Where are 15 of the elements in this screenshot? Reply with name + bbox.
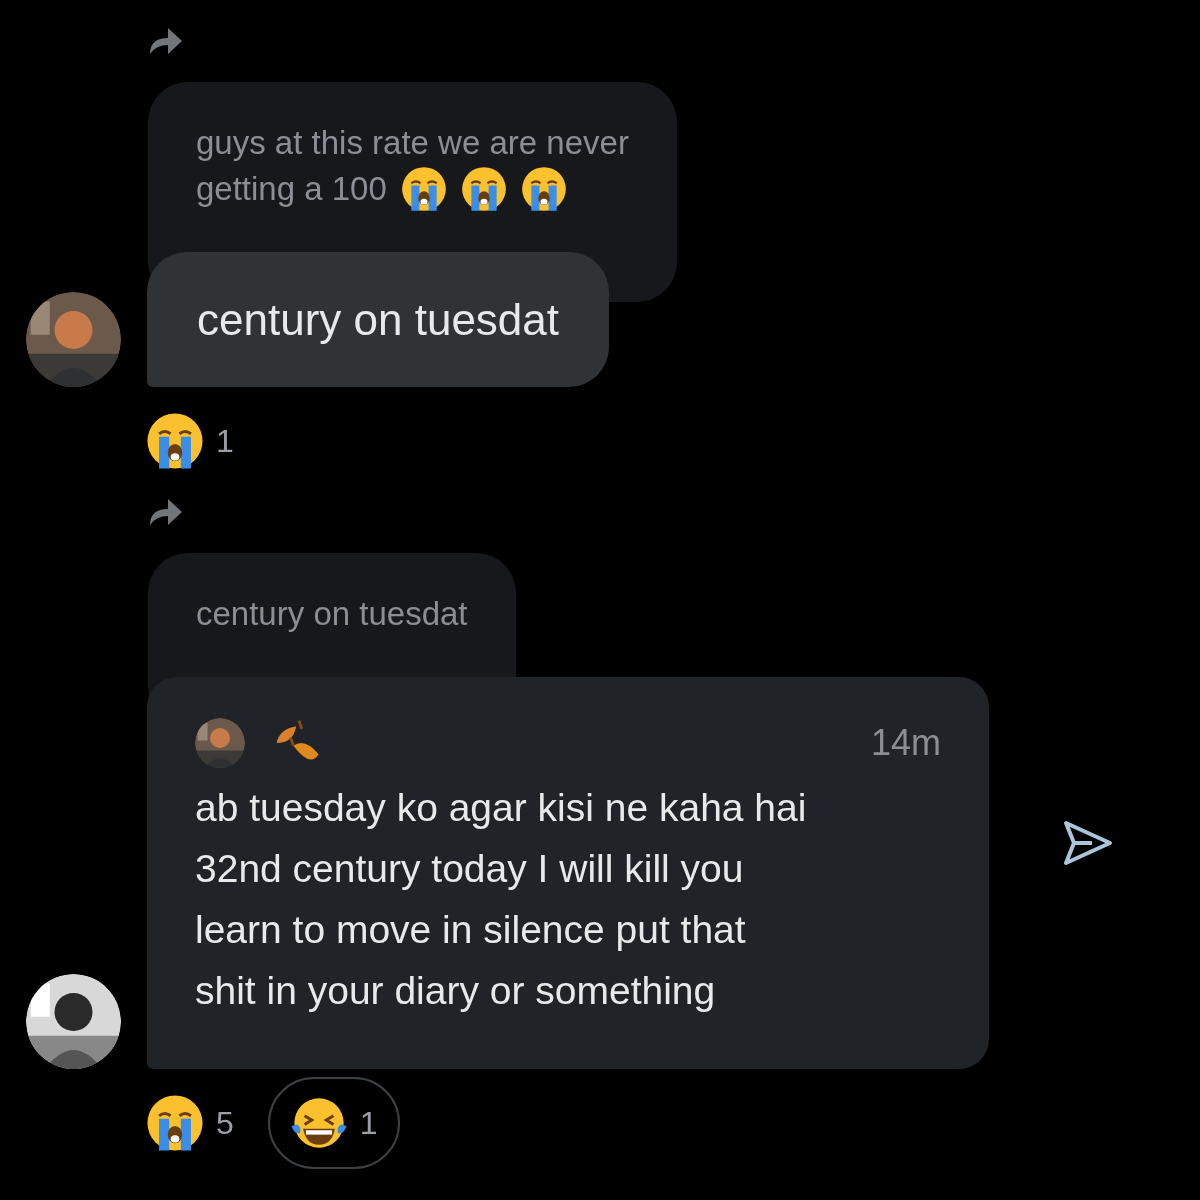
reaction-button[interactable]: 1 bbox=[146, 395, 234, 487]
crying-face-icon bbox=[460, 166, 507, 212]
quoted-message-text: guys at this rate we are never bbox=[196, 123, 629, 163]
quoted-message-text: getting a 100 bbox=[196, 169, 387, 209]
message-text: ab tuesday ko agar kisi ne kaha hai 32nd century today I will kill you learn to move in silence put that shit in your diary or something bbox=[195, 785, 808, 1014]
crying-face-icon bbox=[520, 166, 567, 212]
crying-face-icon bbox=[400, 166, 447, 212]
send-icon[interactable] bbox=[1061, 819, 1114, 867]
reaction-button[interactable]: 1 bbox=[267, 1077, 400, 1169]
message-text: century on tuesdat bbox=[197, 293, 559, 346]
timestamp: 14m bbox=[870, 721, 941, 765]
crying-face-icon bbox=[146, 412, 204, 470]
reaction-button[interactable]: 5 bbox=[146, 1077, 234, 1169]
crying-face-icon bbox=[146, 1094, 204, 1152]
quoted-message-text: century on tuesdat bbox=[196, 594, 468, 634]
